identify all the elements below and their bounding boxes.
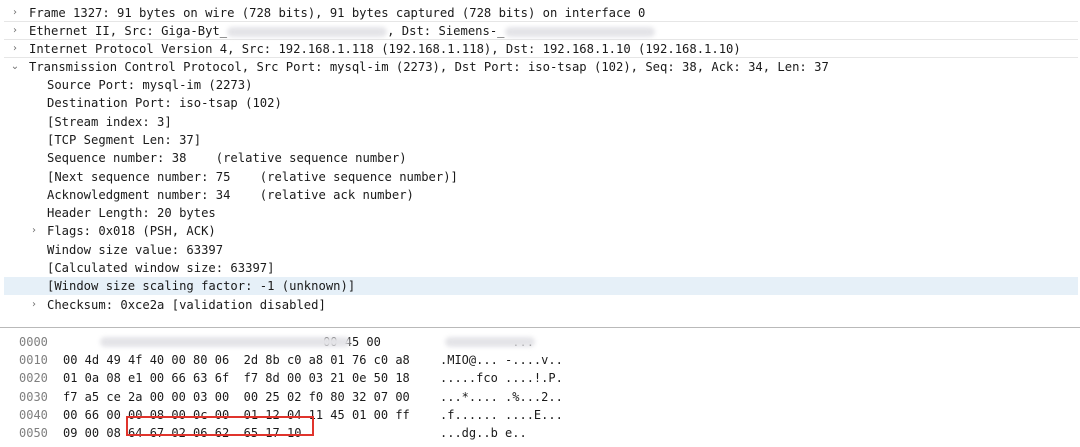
- hex-offset: 0010: [19, 353, 48, 368]
- tcp-field-row[interactable]: Source Port: mysql-im (2273): [4, 76, 1078, 94]
- chevron-right-icon[interactable]: ›: [27, 222, 41, 240]
- hex-offset: 0030: [19, 389, 48, 404]
- tcp-field-text: [Window size scaling factor: -1 (unknown…: [47, 279, 356, 294]
- chevron-right-icon[interactable]: ›: [8, 4, 22, 22]
- hex-bytes[interactable]: f7 a5 ce 2a 00 00 03 00 00 25 02 f0 80 3…: [63, 388, 410, 406]
- ethernet-summary-dst: , Dst: Siemens-_: [387, 24, 505, 38]
- ip-summary: Internet Protocol Version 4, Src: 192.16…: [29, 42, 741, 56]
- tcp-field-text: Window size value: 63397: [47, 242, 224, 257]
- tcp-field-row[interactable]: › Checksum: 0xce2a [validation disabled]: [4, 296, 1078, 314]
- chevron-right-icon[interactable]: ›: [8, 40, 22, 58]
- hex-ascii[interactable]: .....fco ....!.P.: [440, 369, 563, 387]
- chevron-right-icon[interactable]: ›: [8, 22, 22, 40]
- tcp-field-text: Destination Port: iso-tsap (102): [47, 96, 282, 111]
- tcp-field-text: [Calculated window size: 63397]: [47, 261, 275, 275]
- hex-bytes[interactable]: 01 0a 08 e1 00 66 63 6f f7 8d 00 03 21 0…: [63, 369, 410, 387]
- ethernet-summary-prefix: Ethernet II, Src: Giga-Byt_: [29, 24, 228, 38]
- tcp-field-row[interactable]: Window size value: 63397: [4, 241, 1078, 259]
- tcp-field-row[interactable]: [Window size scaling factor: -1 (unknown…: [4, 277, 1078, 296]
- redacted-bytes: [100, 337, 350, 347]
- tree-row-tcp[interactable]: ⌄ Transmission Control Protocol, Src Por…: [4, 58, 1078, 76]
- packet-details-pane: › Frame 1327: 91 bytes on wire (728 bits…: [0, 4, 1080, 328]
- tcp-field-row[interactable]: Destination Port: iso-tsap (102): [4, 94, 1078, 112]
- tcp-field-row[interactable]: [TCP Segment Len: 37]: [4, 131, 1078, 149]
- tcp-field-row[interactable]: [Next sequence number: 75 (relative sequ…: [4, 168, 1078, 186]
- hex-offset: 0050: [19, 426, 48, 440]
- frame-summary: Frame 1327: 91 bytes on wire (728 bits),…: [29, 6, 646, 20]
- redacted-src-mac: [227, 26, 388, 37]
- redacted-ascii: [445, 337, 535, 347]
- tree-row-ethernet[interactable]: › Ethernet II, Src: Giga-Byt_ , Dst: Siem…: [4, 22, 1078, 40]
- hex-offset: 0020: [19, 371, 48, 386]
- tcp-field-text: [TCP Segment Len: 37]: [47, 132, 202, 147]
- hex-offset: 0000: [19, 335, 48, 349]
- hex-offset: 0040: [19, 407, 48, 422]
- tcp-field-text: Source Port: mysql-im (2273): [47, 78, 253, 92]
- tcp-field-row[interactable]: Acknowledgment number: 34 (relative ack …: [4, 186, 1078, 204]
- chevron-down-icon[interactable]: ⌄: [8, 58, 22, 76]
- highlighted-bytes-box: [126, 416, 314, 436]
- chevron-right-icon[interactable]: ›: [27, 296, 41, 314]
- tcp-field-text: [Stream index: 3]: [47, 114, 172, 129]
- hex-ascii[interactable]: .MIO@... -....v..: [440, 351, 563, 369]
- hex-ascii[interactable]: .f...... ....E...: [440, 406, 563, 424]
- tcp-field-text: Flags: 0x018 (PSH, ACK): [47, 224, 216, 239]
- hex-bytes[interactable]: 00 4d 49 4f 40 00 80 06 2d 8b c0 a8 01 7…: [63, 351, 410, 369]
- tcp-field-row[interactable]: [Stream index: 3]: [4, 113, 1078, 131]
- hex-ascii[interactable]: ...dg..b e..: [440, 424, 527, 442]
- tcp-field-row[interactable]: Header Length: 20 bytes: [4, 204, 1078, 222]
- tcp-field-text: [Next sequence number: 75 (relative sequ…: [47, 169, 458, 184]
- tcp-field-row[interactable]: › Flags: 0x018 (PSH, ACK): [4, 222, 1078, 240]
- tcp-field-row[interactable]: Sequence number: 38 (relative sequence n…: [4, 149, 1078, 167]
- tcp-field-text: Checksum: 0xce2a [validation disabled]: [47, 297, 326, 312]
- tcp-summary: Transmission Control Protocol, Src Port:…: [29, 60, 829, 74]
- hex-ascii[interactable]: ...*.... .%...2..: [440, 388, 563, 406]
- tcp-field-text: Header Length: 20 bytes: [47, 206, 216, 221]
- tree-row-ip[interactable]: › Internet Protocol Version 4, Src: 192.…: [4, 40, 1078, 58]
- tcp-field-text: Acknowledgment number: 34 (relative ack …: [47, 187, 414, 202]
- tcp-field-row[interactable]: [Calculated window size: 63397]: [4, 259, 1078, 277]
- tree-row-frame[interactable]: › Frame 1327: 91 bytes on wire (728 bits…: [4, 4, 1078, 22]
- redacted-dst-mac: [504, 26, 655, 37]
- tcp-field-text: Sequence number: 38 (relative sequence n…: [47, 151, 407, 166]
